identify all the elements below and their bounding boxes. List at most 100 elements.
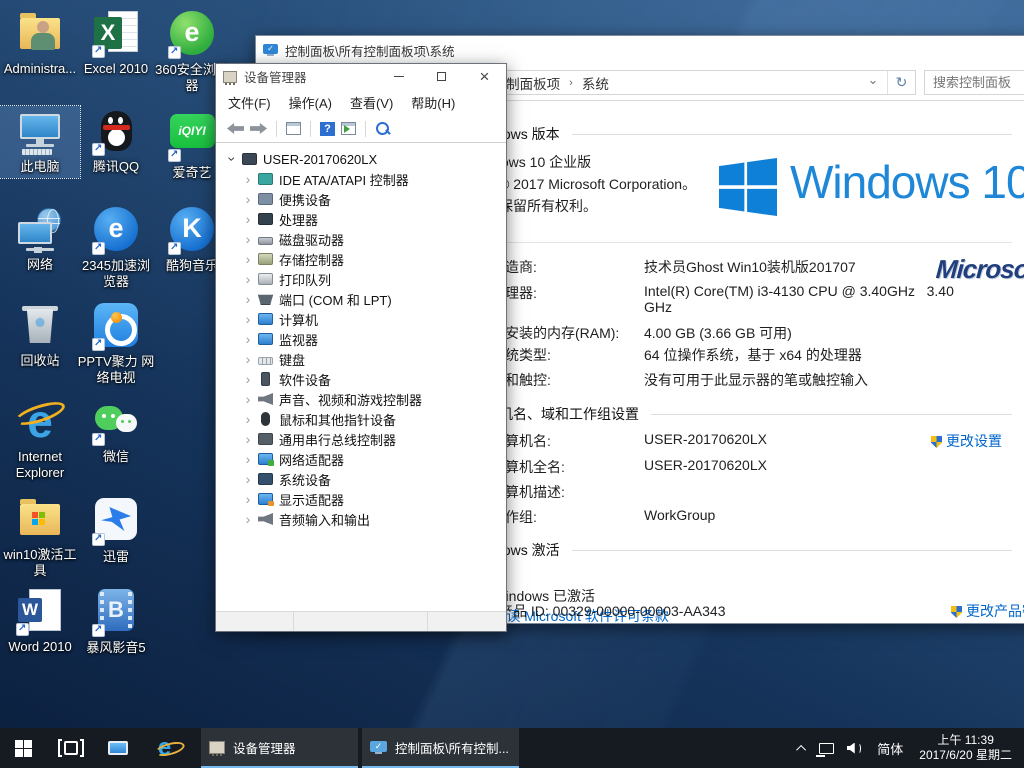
desktop-icon-tencent-qq[interactable]: 腾讯QQ	[76, 106, 156, 178]
desktop-icon-label: Word 2010	[0, 639, 80, 655]
tree-node[interactable]: 音频输入和输出	[216, 509, 506, 529]
section-windows-activation: Windows 激活	[471, 540, 1012, 560]
expand-chevron-icon[interactable]	[240, 272, 256, 286]
desktop-icon-label: 暴风影音5	[76, 640, 156, 656]
tree-node[interactable]: 网络适配器	[216, 449, 506, 469]
forward-icon[interactable]	[250, 123, 267, 134]
minimize-button[interactable]	[1008, 36, 1024, 64]
tree-node[interactable]: 显示适配器	[216, 489, 506, 509]
desktop-icon-xunlei[interactable]: 迅雷	[76, 494, 156, 568]
tree-node[interactable]: 监视器	[216, 329, 506, 349]
desktop-icon-label: 回收站	[0, 353, 80, 369]
network-adapter-icon	[258, 453, 273, 465]
show-console-tree-icon[interactable]	[286, 122, 301, 135]
close-button[interactable]	[463, 64, 506, 89]
desktop-icon-excel-2010[interactable]: X Excel 2010	[76, 8, 156, 80]
help-icon[interactable]: ?	[320, 122, 335, 136]
tree-node[interactable]: 系统设备	[216, 469, 506, 489]
title-bar[interactable]: 设备管理器	[216, 64, 506, 89]
desktop-icon-administrator[interactable]: Administra...	[0, 8, 80, 80]
address-dropdown-button[interactable]	[861, 71, 885, 94]
tree-node[interactable]: 鼠标和其他指针设备	[216, 409, 506, 429]
refresh-button[interactable]	[887, 71, 915, 94]
tree-node[interactable]: 打印队列	[216, 269, 506, 289]
taskbar-button-device-manager[interactable]: 设备管理器	[201, 728, 358, 768]
search-input[interactable]	[924, 70, 1024, 95]
status-bar-cell	[216, 612, 294, 631]
expand-chevron-icon[interactable]	[240, 492, 256, 506]
tree-node[interactable]: 处理器	[216, 209, 506, 229]
expand-chevron-icon[interactable]	[240, 212, 256, 226]
breadcrumb-item[interactable]: 系统	[580, 73, 611, 93]
tree-node[interactable]: 声音、视频和游戏控制器	[216, 389, 506, 409]
desktop-icon-win10-activator[interactable]: win10激活工 具	[0, 494, 80, 582]
taskbar-ie-button[interactable]: e	[141, 728, 188, 768]
desktop-icon-baofeng[interactable]: B 暴风影音5	[76, 586, 156, 659]
expand-chevron-icon[interactable]	[240, 292, 256, 306]
menu-help[interactable]: 帮助(H)	[402, 89, 464, 116]
scan-hardware-changes-icon[interactable]	[375, 121, 391, 136]
desktop-icon-internet-explorer[interactable]: e Internet Explorer	[0, 396, 80, 484]
expand-chevron-icon[interactable]	[240, 372, 256, 386]
tree-node[interactable]: 磁盘驱动器	[216, 229, 506, 249]
desktop-icon-network[interactable]: 网络	[0, 204, 80, 276]
desktop-icon-2345-browser[interactable]: e 2345加速浏 览器	[76, 204, 156, 293]
tree-node-computer-root[interactable]: USER-20170620LX	[216, 149, 506, 169]
taskbar-file-explorer-button[interactable]	[94, 728, 141, 768]
expand-chevron-icon[interactable]	[240, 172, 256, 186]
expand-chevron-icon[interactable]	[240, 252, 256, 266]
desktop-icon-pptv[interactable]: PPTV聚力 网 络电视	[76, 300, 156, 389]
taskbar-clock[interactable]: 上午 11:39 2017/6/20 星期二	[913, 733, 1024, 763]
expand-chevron-icon[interactable]	[240, 472, 256, 486]
volume-tray-button[interactable]	[840, 743, 867, 754]
tree-node[interactable]: 软件设备	[216, 369, 506, 389]
expand-chevron-icon[interactable]	[240, 332, 256, 346]
spec-row: 笔和触控:没有可用于此显示器的笔或触控输入	[491, 370, 868, 390]
tree-node[interactable]: IDE ATA/ATAPI 控制器	[216, 169, 506, 189]
desktop-icon-word-2010[interactable]: W Word 2010	[0, 586, 80, 658]
desktop-icon-this-pc[interactable]: 此电脑	[0, 106, 80, 178]
action-pane-icon[interactable]	[341, 122, 356, 135]
maximize-button[interactable]	[420, 64, 463, 89]
tree-node[interactable]: 端口 (COM 和 LPT)	[216, 289, 506, 309]
desktop-icon-recycle-bin[interactable]: 回收站	[0, 300, 80, 372]
taskbar-button-control-panel[interactable]: ✓ 控制面板\所有控制...	[362, 728, 519, 768]
change-settings-link[interactable]: 更改设置	[931, 431, 1002, 451]
show-hidden-icons-button[interactable]	[791, 739, 813, 757]
pptv-icon	[92, 303, 140, 351]
network-tray-button[interactable]	[813, 743, 840, 754]
tree-node[interactable]: 键盘	[216, 349, 506, 369]
tree-node[interactable]: 便携设备	[216, 189, 506, 209]
expand-chevron-icon[interactable]	[240, 432, 256, 446]
shortcut-arrow-icon	[168, 46, 181, 59]
expand-chevron-icon[interactable]	[240, 312, 256, 326]
status-bar	[216, 611, 506, 631]
tree-node[interactable]: 通用串行总线控制器	[216, 429, 506, 449]
task-view-button[interactable]	[47, 728, 94, 768]
start-button[interactable]	[0, 728, 47, 768]
expand-chevron-icon[interactable]	[240, 452, 256, 466]
clock-date: 2017/6/20 星期二	[919, 748, 1012, 763]
minimize-button[interactable]	[377, 64, 420, 89]
shortcut-arrow-icon	[92, 338, 105, 351]
ime-indicator[interactable]: 简体	[867, 739, 913, 758]
back-icon[interactable]	[227, 123, 244, 134]
expand-chevron-icon[interactable]	[240, 412, 256, 426]
expand-chevron-icon[interactable]	[240, 232, 256, 246]
menu-file[interactable]: 文件(F)	[219, 89, 280, 116]
computer-root-icon	[242, 153, 257, 165]
desktop-icon-label: Excel 2010	[76, 61, 156, 77]
expand-chevron-icon[interactable]	[240, 352, 256, 366]
expand-chevron-icon[interactable]	[240, 512, 256, 526]
menu-action[interactable]: 操作(A)	[280, 89, 341, 116]
tree-node[interactable]: 存储控制器	[216, 249, 506, 269]
tree-node[interactable]: 计算机	[216, 309, 506, 329]
desktop-icon-wechat[interactable]: 微信	[76, 396, 156, 468]
change-product-key-link[interactable]: 更改产品密钥	[951, 601, 1024, 621]
uac-shield-icon	[951, 606, 962, 618]
collapse-chevron-icon[interactable]	[224, 152, 240, 166]
expand-chevron-icon[interactable]	[240, 192, 256, 206]
title-bar[interactable]: ✓ 控制面板\所有控制面板项\系统	[256, 36, 1024, 64]
menu-view[interactable]: 查看(V)	[341, 89, 402, 116]
expand-chevron-icon[interactable]	[240, 392, 256, 406]
